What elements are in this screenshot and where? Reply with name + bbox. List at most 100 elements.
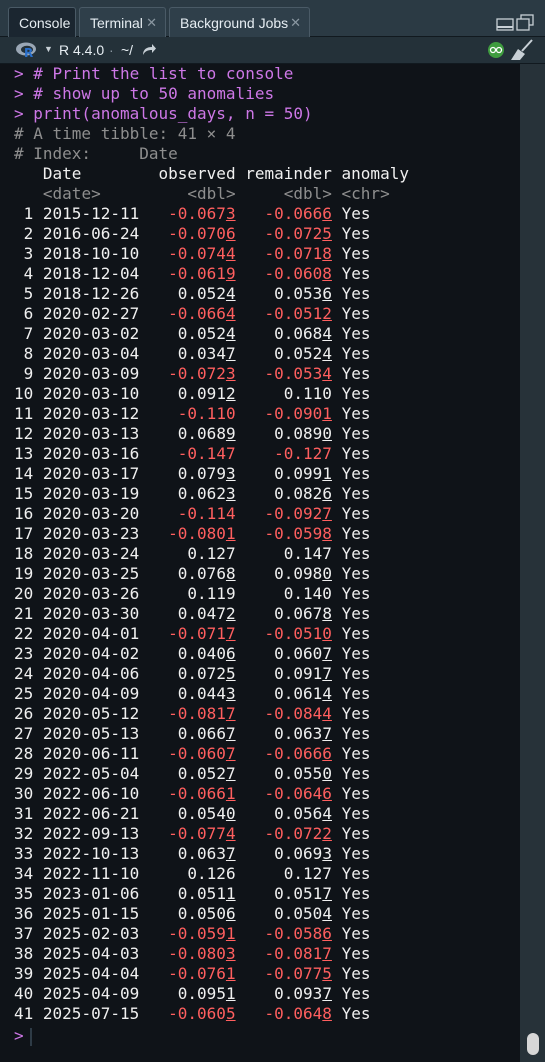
cell-observed: -0.0801 [168,524,236,543]
tab-label: Console [19,15,71,31]
significant-digit: 6 [322,484,332,503]
row-index: 29 [14,764,43,783]
cell-remainder: 0.0614 [274,684,332,703]
eye-icon[interactable] [487,41,505,59]
significant-digit: 3 [322,844,332,863]
tab-console[interactable]: Console [8,7,76,37]
row-index: 27 [14,724,43,743]
significant-digit: 3 [225,364,236,383]
cell-observed: -0.0664 [168,304,236,323]
broom-icon[interactable] [510,39,534,61]
table-row: 2 2016-06-24 -0.0706 -0.0725 Yes [0,224,520,244]
forward-arrow-icon[interactable] [141,43,157,57]
type-remainder: <dbl> [245,184,342,203]
cell-date: 2020-03-19 [42,484,149,503]
cell-observed: 0.0768 [177,564,236,583]
cell-observed: 0.119 [187,584,236,603]
cell-observed: -0.110 [177,404,236,423]
cell-date: 2015-12-11 [42,204,149,223]
cell-remainder: 0.0826 [274,484,332,503]
row-index: 26 [14,704,43,723]
console-output[interactable]: > # Print the list to console > # show up… [0,64,520,1062]
table-row: 36 2025-01-15 0.0506 0.0504 Yes [0,904,520,924]
minimize-icon[interactable] [496,18,514,31]
significant-digit: 1 [225,784,236,803]
table-row: 34 2022-11-10 0.126 0.127 Yes [0,864,520,884]
command-text: print(anomalous_days, n = 50) [33,104,313,123]
significant-digit: 4 [322,344,332,363]
significant-digit: 3 [225,684,236,703]
row-index: 24 [14,664,43,683]
maximize-icon[interactable] [516,14,534,31]
cell-anomaly: Yes [341,364,371,383]
table-row: 38 2025-04-03 -0.0803 -0.0817 Yes [0,944,520,964]
dropdown-arrow-icon[interactable]: ▼ [44,44,53,54]
cell-date: 2022-11-10 [42,864,149,883]
console-prompt: > [14,64,34,83]
type-anomaly: <chr> [341,184,390,203]
tab-background-jobs[interactable]: Background Jobs ✕ [169,7,310,37]
cell-remainder: 0.0917 [274,664,332,683]
row-index: 9 [14,364,43,383]
significant-digit: 7 [225,624,236,643]
cell-date: 2025-04-03 [42,944,149,963]
significant-digit: 4 [225,324,236,343]
significant-digit: 5 [322,964,332,983]
cell-remainder: 0.0536 [274,284,332,303]
significant-digit: 6 [322,204,332,223]
meta-text: # Index: Date [14,144,178,163]
tab-terminal[interactable]: Terminal ✕ [79,7,166,37]
row-index: 14 [14,464,43,483]
significant-digit: 7 [225,344,236,363]
close-icon[interactable]: ✕ [290,8,301,38]
type-observed: <dbl> [148,184,246,203]
cell-anomaly: Yes [341,744,371,763]
cell-remainder: 0.0607 [274,644,332,663]
table-row: 25 2020-04-09 0.0443 0.0614 Yes [0,684,520,704]
significant-digit: 1 [225,524,236,543]
scrollbar[interactable] [520,64,545,1062]
significant-digit: 4 [225,304,236,323]
cell-remainder: -0.0510 [264,624,332,643]
r-logo-icon[interactable]: R [15,41,39,59]
table-row: 19 2020-03-25 0.0768 0.0980 Yes [0,564,520,584]
cell-anomaly: Yes [341,504,371,523]
scrollbar-thumb[interactable] [527,1033,539,1055]
close-icon[interactable]: ✕ [146,8,157,38]
cell-remainder: 0.0991 [274,464,332,483]
input-line[interactable]: > [0,1026,520,1046]
text-cursor [29,1027,32,1046]
significant-digit: 2 [225,604,236,623]
